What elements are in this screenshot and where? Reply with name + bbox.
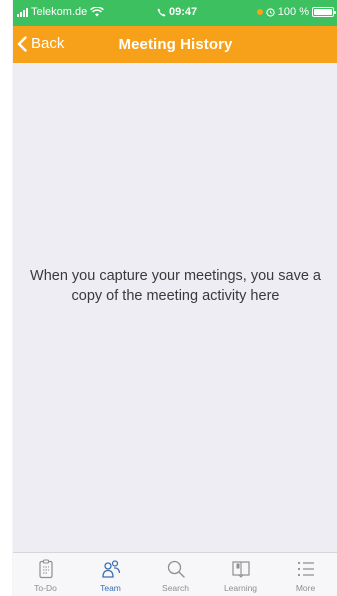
tab-label: To-Do	[34, 583, 57, 593]
team-icon	[101, 560, 120, 578]
tab-to-do[interactable]: To-Do	[13, 553, 78, 596]
signal-icon	[17, 7, 28, 17]
menu-icon	[297, 561, 314, 577]
nav-bar: Back Meeting History	[13, 26, 337, 63]
status-left: Telekom.de	[17, 6, 105, 18]
wifi-icon	[90, 7, 105, 17]
clipboard-icon	[38, 559, 53, 579]
tab-label: Team	[100, 583, 121, 593]
status-bar: Telekom.de 09:47 100 %	[13, 0, 337, 26]
tab-search[interactable]: Search	[143, 553, 208, 596]
battery-percentage: 100 %	[277, 6, 309, 18]
page-title: Meeting History	[118, 36, 233, 53]
alarm-icon	[266, 7, 275, 17]
tab-team[interactable]: Team	[78, 553, 143, 596]
battery-icon	[312, 7, 336, 17]
status-right: 100 %	[256, 6, 336, 18]
app-screen: Telekom.de 09:47 100 % Back Meeting Hist…	[12, 0, 337, 596]
orange-dot-icon	[256, 9, 263, 15]
search-icon	[167, 560, 185, 578]
tab-label: Learning	[223, 583, 258, 593]
battery-fill	[314, 9, 332, 15]
phone-icon	[157, 7, 166, 17]
status-center: 09:47	[157, 6, 197, 18]
book-icon	[231, 561, 250, 578]
tab-label: Search	[162, 583, 189, 593]
empty-state-message: When you capture your meetings, you save…	[30, 268, 321, 304]
tab-bar: To-Do Team Search Learning More	[13, 552, 337, 596]
tab-learning[interactable]: Learning	[208, 553, 273, 596]
clock-time: 09:47	[169, 6, 198, 18]
carrier-label: Telekom.de	[31, 6, 88, 18]
tab-more[interactable]: More	[273, 553, 337, 596]
tab-label: More	[295, 583, 316, 593]
